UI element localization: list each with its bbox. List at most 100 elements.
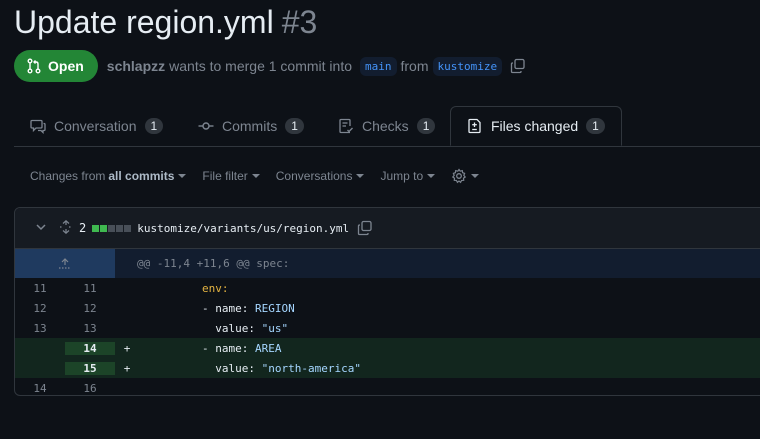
tab-commits[interactable]: Commits 1	[198, 106, 304, 146]
changes-from-dropdown[interactable]: Changes from all commits	[30, 169, 187, 183]
file-header: 2 kustomize/variants/us/region.yml	[15, 208, 760, 249]
base-branch[interactable]: main	[360, 56, 397, 76]
new-line-number[interactable]: 11	[65, 282, 115, 295]
diff-sign: +	[123, 341, 131, 355]
file-filter-label: File filter	[202, 169, 248, 183]
diffstat-added	[100, 224, 108, 232]
diff-line-added: 15 + value: "north-america"	[15, 358, 760, 378]
caret-down-icon	[427, 174, 436, 178]
code-value: "north-america"	[254, 361, 361, 375]
caret-down-icon	[178, 174, 187, 178]
changes-from-value: all commits	[108, 169, 175, 183]
jump-to-label: Jump to	[380, 169, 424, 183]
code-key: name:	[215, 301, 249, 315]
hunk-header: @@ -11,4 +11,6 @@ spec:	[15, 249, 760, 278]
code-value: AREA	[248, 341, 282, 355]
conversations-label: Conversations	[275, 169, 353, 183]
settings-dropdown[interactable]	[451, 168, 480, 184]
tab-count: 1	[285, 118, 304, 134]
diffstat-blocks	[92, 224, 132, 232]
old-line-number[interactable]: 11	[15, 282, 65, 295]
author-link[interactable]: schlapzz	[107, 58, 165, 74]
expand-all-icon[interactable]	[59, 219, 73, 237]
file-path[interactable]: kustomize/variants/us/region.yml	[137, 222, 349, 235]
commit-icon	[198, 122, 214, 130]
new-line-number[interactable]: 16	[65, 382, 115, 395]
diff-line: 14 16	[15, 378, 760, 395]
pr-title-row: Update region.yml #3	[14, 4, 317, 41]
caret-down-icon	[251, 174, 260, 178]
diff-line: 11 11 env:	[15, 278, 760, 298]
fold-up-icon	[59, 257, 71, 269]
pr-meta: Open schlapzz wants to merge 1 commit in…	[14, 50, 526, 82]
code-key: value:	[215, 361, 255, 375]
tab-label: Conversation	[54, 118, 137, 134]
tab-label: Commits	[222, 118, 278, 134]
tab-count: 1	[144, 118, 164, 134]
code-text: - name: AREA	[139, 341, 282, 355]
chevron-down-icon[interactable]	[35, 221, 47, 236]
code-key: value:	[215, 321, 255, 335]
status-label: Open	[48, 58, 84, 74]
diff-line-added: 14 + - name: AREA	[15, 338, 760, 358]
change-count: 2	[79, 221, 87, 235]
copy-path-icon[interactable]	[357, 220, 373, 236]
diffstat-added	[92, 224, 100, 232]
conversations-dropdown[interactable]: Conversations	[276, 169, 365, 183]
new-line-number[interactable]: 15	[65, 361, 115, 375]
new-line-number[interactable]: 12	[65, 302, 115, 315]
diffstat-neutral	[108, 224, 116, 232]
merge-text: wants to merge 1 commit into	[169, 58, 352, 74]
code-key: env:	[201, 281, 229, 295]
new-line-number[interactable]: 14	[65, 341, 115, 355]
code-indent: -	[149, 301, 216, 315]
comment-icon	[30, 119, 46, 134]
tab-conversation[interactable]: Conversation 1	[30, 106, 164, 146]
new-line-number[interactable]: 13	[65, 322, 115, 335]
code-value: "us"	[254, 321, 289, 335]
jump-to-dropdown[interactable]: Jump to	[380, 169, 436, 183]
code-text: env:	[139, 281, 229, 295]
file-diff-icon	[468, 118, 481, 134]
diffstat-neutral	[124, 224, 132, 232]
status-badge: Open	[14, 50, 98, 82]
file-filter-dropdown[interactable]: File filter	[202, 169, 260, 183]
old-line-number[interactable]: 12	[15, 302, 65, 315]
file-diff: 2 kustomize/variants/us/region.yml @@ -1…	[14, 207, 760, 396]
caret-down-icon	[471, 174, 480, 178]
old-line-number[interactable]: 13	[15, 322, 65, 335]
old-line-number[interactable]: 14	[15, 382, 65, 395]
tab-label: Files changed	[491, 118, 579, 134]
tab-files-changed[interactable]: Files changed 1	[450, 106, 622, 146]
code-text: value: "us"	[139, 322, 288, 335]
diffstat-neutral	[116, 224, 124, 232]
copy-icon[interactable]	[510, 58, 526, 74]
gear-icon	[452, 168, 467, 184]
head-branch[interactable]: kustomize	[432, 56, 503, 76]
pull-request-icon	[27, 58, 41, 74]
code-text: - name: REGION	[139, 302, 295, 315]
tab-count: 1	[586, 118, 605, 134]
changes-from-label: Changes from	[30, 169, 106, 183]
from-text: from	[400, 58, 429, 74]
diff-line: 13 13 value: "us"	[15, 318, 760, 338]
pr-number: #3	[281, 4, 318, 40]
code-value: REGION	[248, 301, 295, 315]
pr-title: Update region.yml	[14, 4, 274, 40]
diff-sign: +	[123, 361, 131, 375]
caret-down-icon	[356, 174, 365, 178]
code-key: name:	[215, 341, 249, 355]
code-text: value: "north-america"	[139, 362, 361, 375]
diff-toolbar: Changes from all commits File filter Con…	[30, 168, 495, 184]
tab-label: Checks	[362, 118, 409, 134]
expand-up-button[interactable]	[15, 249, 115, 278]
diff-lines: 11 11 env: 12 12 - name: REGION 13 13 value: …	[15, 278, 760, 395]
code-indent: -	[149, 341, 216, 355]
pr-tabs: Conversation 1 Commits 1 Checks 1 Files …	[14, 106, 760, 147]
hunk-text: @@ -11,4 +11,6 @@ spec:	[137, 257, 290, 270]
tab-checks[interactable]: Checks 1	[338, 106, 436, 146]
tab-count: 1	[416, 118, 436, 134]
